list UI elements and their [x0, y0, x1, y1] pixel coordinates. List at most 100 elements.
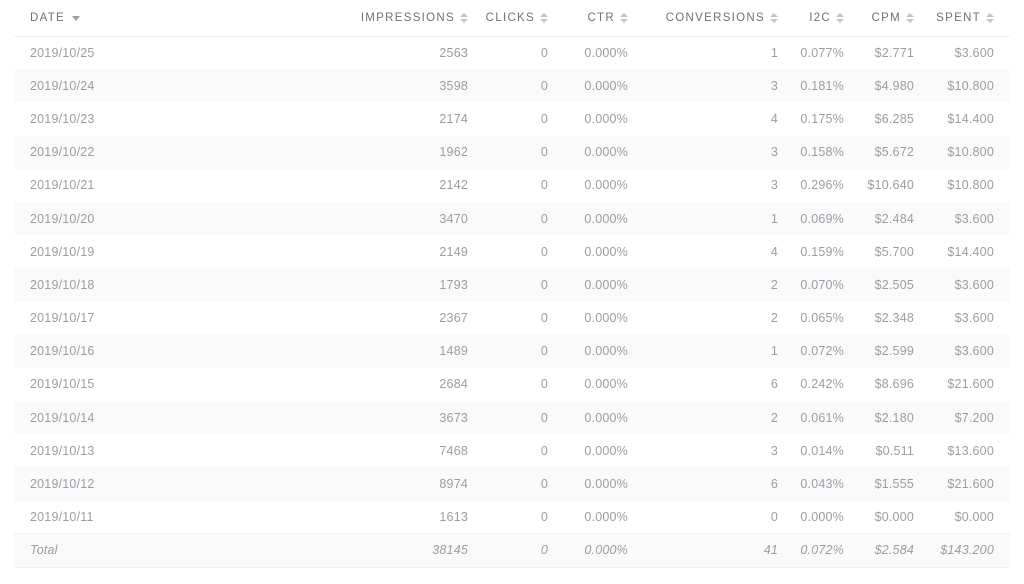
cell-conversions: 6: [644, 368, 794, 401]
total-cell-i2c: 0.072%: [794, 534, 860, 567]
cell-spent: $3.600: [930, 302, 1010, 335]
sort-descending-icon[interactable]: [72, 16, 80, 21]
cell-spent: $3.600: [930, 202, 1010, 235]
caret-down-icon: [906, 19, 914, 23]
sort-control-date[interactable]: DATE: [30, 12, 80, 24]
table-row[interactable]: 2019/10/18179300.000%20.070%$2.505$3.600: [14, 268, 1010, 301]
sort-control-i2c[interactable]: I2C: [809, 12, 844, 24]
column-header-cpm[interactable]: CPM: [860, 0, 930, 36]
cell-cpm: $0.000: [860, 501, 930, 534]
sort-toggle-icon[interactable]: [540, 13, 548, 23]
total-cell-clicks: 0: [484, 534, 564, 567]
sort-toggle-icon[interactable]: [620, 13, 628, 23]
sort-control-ctr[interactable]: CTR: [587, 12, 628, 24]
cell-i2c: 0.061%: [794, 401, 860, 434]
column-header-date[interactable]: DATE: [14, 0, 344, 36]
sort-control-impressions[interactable]: IMPRESSIONS: [361, 12, 468, 24]
column-header-spent[interactable]: SPENT: [930, 0, 1010, 36]
cell-clicks: 0: [484, 69, 564, 102]
total-cell-ctr: 0.000%: [564, 534, 644, 567]
cell-impressions: 1793: [344, 268, 484, 301]
sort-control-spent[interactable]: SPENT: [936, 12, 994, 24]
column-header-clicks[interactable]: CLICKS: [484, 0, 564, 36]
column-header-i2c[interactable]: I2C: [794, 0, 860, 36]
caret-down-icon: [986, 19, 994, 23]
cell-cpm: $2.348: [860, 302, 930, 335]
cell-clicks: 0: [484, 169, 564, 202]
table-row[interactable]: 2019/10/15268400.000%60.242%$8.696$21.60…: [14, 368, 1010, 401]
sort-toggle-icon[interactable]: [906, 13, 914, 23]
total-cell-date: Total: [14, 534, 344, 567]
sort-control-clicks[interactable]: CLICKS: [486, 12, 548, 24]
cell-impressions: 2563: [344, 36, 484, 69]
cell-date: 2019/10/18: [14, 268, 344, 301]
cell-i2c: 0.175%: [794, 102, 860, 135]
caret-down-icon: [770, 19, 778, 23]
cell-clicks: 0: [484, 102, 564, 135]
caret-up-icon: [906, 13, 914, 17]
sort-control-cpm[interactable]: CPM: [872, 12, 914, 24]
cell-date: 2019/10/12: [14, 467, 344, 500]
sort-control-conversions[interactable]: CONVERSIONS: [666, 12, 778, 24]
cell-impressions: 2142: [344, 169, 484, 202]
cell-spent: $7.200: [930, 401, 1010, 434]
column-header-label-conversions: CONVERSIONS: [666, 12, 765, 24]
sort-toggle-icon[interactable]: [986, 13, 994, 23]
cell-conversions: 1: [644, 202, 794, 235]
column-header-conversions[interactable]: CONVERSIONS: [644, 0, 794, 36]
caret-down-icon: [540, 19, 548, 23]
table-row[interactable]: 2019/10/22196200.000%30.158%$5.672$10.80…: [14, 136, 1010, 169]
table-row[interactable]: 2019/10/20347000.000%10.069%$2.484$3.600: [14, 202, 1010, 235]
table-row[interactable]: 2019/10/17236700.000%20.065%$2.348$3.600: [14, 302, 1010, 335]
table-row[interactable]: 2019/10/24359800.000%30.181%$4.980$10.80…: [14, 69, 1010, 102]
cell-clicks: 0: [484, 467, 564, 500]
table-row[interactable]: 2019/10/14367300.000%20.061%$2.180$7.200: [14, 401, 1010, 434]
cell-ctr: 0.000%: [564, 467, 644, 500]
cell-date: 2019/10/19: [14, 235, 344, 268]
cell-i2c: 0.069%: [794, 202, 860, 235]
cell-cpm: $2.484: [860, 202, 930, 235]
column-header-label-impressions: IMPRESSIONS: [361, 12, 455, 24]
sort-toggle-icon[interactable]: [836, 13, 844, 23]
cell-cpm: $6.285: [860, 102, 930, 135]
cell-impressions: 2367: [344, 302, 484, 335]
table-row[interactable]: 2019/10/25256300.000%10.077%$2.771$3.600: [14, 36, 1010, 69]
table-row[interactable]: 2019/10/12897400.000%60.043%$1.555$21.60…: [14, 467, 1010, 500]
cell-spent: $0.000: [930, 501, 1010, 534]
cell-spent: $14.400: [930, 235, 1010, 268]
table-body: 2019/10/25256300.000%10.077%$2.771$3.600…: [14, 36, 1010, 567]
cell-i2c: 0.000%: [794, 501, 860, 534]
table-row[interactable]: 2019/10/13746800.000%30.014%$0.511$13.60…: [14, 434, 1010, 467]
table-row[interactable]: 2019/10/11161300.000%00.000%$0.000$0.000: [14, 501, 1010, 534]
column-header-impressions[interactable]: IMPRESSIONS: [344, 0, 484, 36]
cell-cpm: $2.505: [860, 268, 930, 301]
cell-cpm: $2.180: [860, 401, 930, 434]
cell-clicks: 0: [484, 268, 564, 301]
cell-ctr: 0.000%: [564, 169, 644, 202]
sort-toggle-icon[interactable]: [460, 13, 468, 23]
column-header-label-clicks: CLICKS: [486, 12, 535, 24]
caret-up-icon: [620, 13, 628, 17]
table-row[interactable]: 2019/10/23217400.000%40.175%$6.285$14.40…: [14, 102, 1010, 135]
cell-date: 2019/10/23: [14, 102, 344, 135]
cell-conversions: 1: [644, 335, 794, 368]
cell-i2c: 0.014%: [794, 434, 860, 467]
column-header-label-date: DATE: [30, 12, 65, 24]
cell-spent: $13.600: [930, 434, 1010, 467]
table-row[interactable]: 2019/10/19214900.000%40.159%$5.700$14.40…: [14, 235, 1010, 268]
column-header-label-cpm: CPM: [872, 12, 901, 24]
cell-cpm: $8.696: [860, 368, 930, 401]
cell-impressions: 2149: [344, 235, 484, 268]
cell-i2c: 0.043%: [794, 467, 860, 500]
table-row[interactable]: 2019/10/16148900.000%10.072%$2.599$3.600: [14, 335, 1010, 368]
cell-conversions: 0: [644, 501, 794, 534]
cell-ctr: 0.000%: [564, 302, 644, 335]
column-header-ctr[interactable]: CTR: [564, 0, 644, 36]
table-row[interactable]: 2019/10/21214200.000%30.296%$10.640$10.8…: [14, 169, 1010, 202]
cell-impressions: 3598: [344, 69, 484, 102]
cell-conversions: 3: [644, 136, 794, 169]
cell-clicks: 0: [484, 202, 564, 235]
cell-conversions: 6: [644, 467, 794, 500]
sort-toggle-icon[interactable]: [770, 13, 778, 23]
cell-impressions: 3673: [344, 401, 484, 434]
